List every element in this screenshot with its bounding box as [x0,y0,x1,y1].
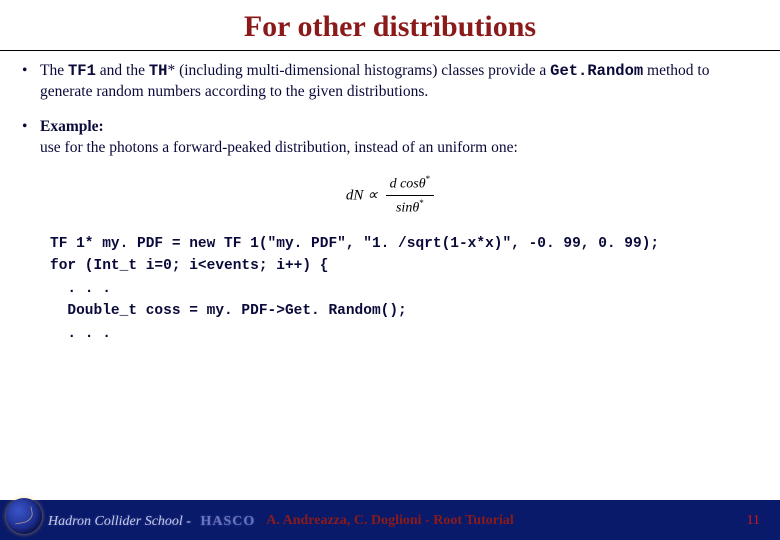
th-class: TH [149,62,168,80]
slide-content: • The TF1 and the TH* (including multi-d… [0,51,780,345]
slide-title: For other distributions [0,0,780,50]
logo-icon [6,498,42,534]
page-number: 11 [747,513,760,529]
example-label: Example: [40,118,104,135]
text: sin [396,201,412,216]
text: The [40,62,68,79]
footer-left: Hadron Collider School - HASCO [48,514,255,530]
text: * (including multi-dimensional histogram… [167,62,550,79]
formula-numerator: d cosθ* [386,173,435,197]
superscript: * [426,174,431,184]
code-example: TF 1* my. PDF = new TF 1("my. PDF", "1. … [50,233,758,345]
formula-lhs: dN ∝ [346,187,378,203]
tf1-class: TF1 [68,62,96,80]
formula: dN ∝ d cosθ* sinθ* [22,173,758,219]
text: and the [96,62,149,79]
example-text: use for the photons a forward-peaked dis… [40,139,518,156]
theta: θ [419,176,426,191]
bullet-1: • The TF1 and the TH* (including multi-d… [22,61,758,103]
bullet-icon: • [22,61,40,103]
bullet-icon: • [22,117,40,159]
footer-school: Hadron Collider School - [48,514,191,529]
footer-authors: A. Andreazza, C. Doglioni - Root Tutoria… [266,513,513,529]
getrandom-method: Get.Random [550,62,643,80]
bullet-2-body: Example: use for the photons a forward-p… [40,117,758,159]
formula-denominator: sinθ* [386,196,435,219]
formula-fraction: d cosθ* sinθ* [386,173,435,219]
bullet-1-body: The TF1 and the TH* (including multi-dim… [40,61,758,103]
bullet-2: • Example: use for the photons a forward… [22,117,758,159]
text: d cos [390,176,419,191]
superscript: * [419,198,424,208]
footer-hasco: HASCO [200,514,255,529]
